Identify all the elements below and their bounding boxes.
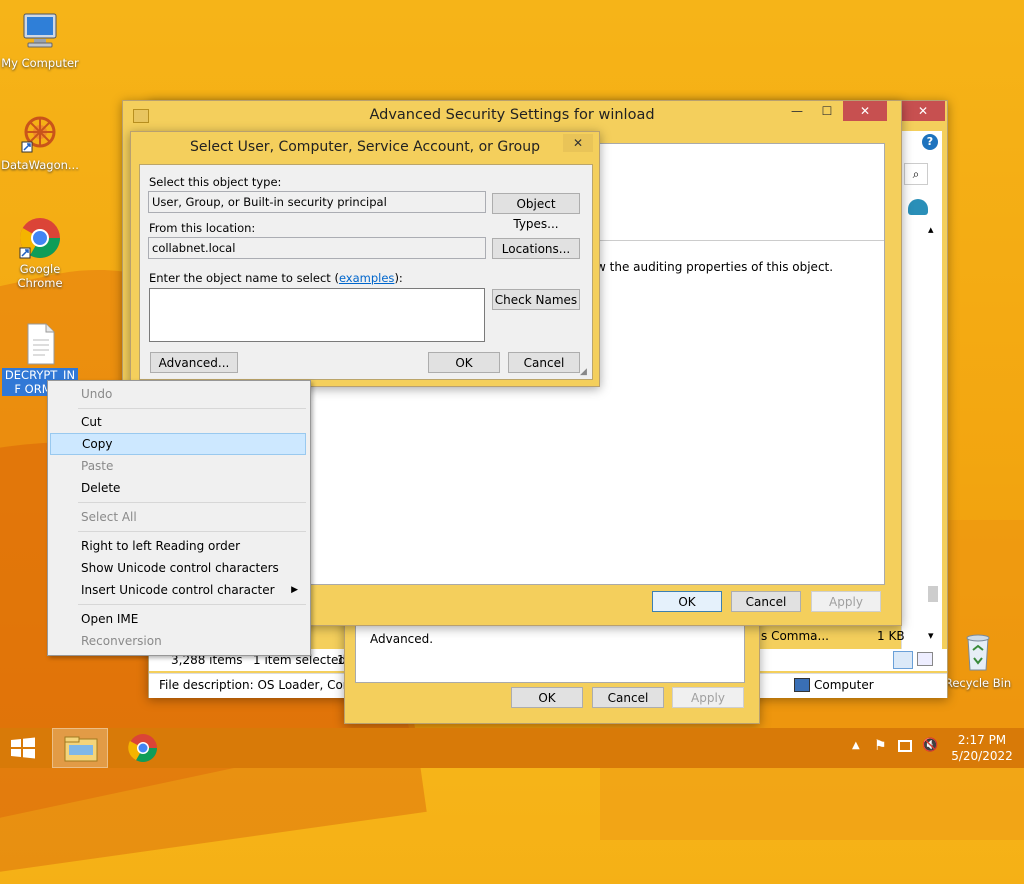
properties-ok-button[interactable]: OK <box>511 687 583 708</box>
location-field: collabnet.local <box>148 237 486 259</box>
properties-dialog: Advanced. OK Cancel Apply <box>344 612 760 724</box>
menu-item-paste[interactable]: Paste <box>50 455 306 477</box>
menu-item-show-unicode[interactable]: Show Unicode control characters <box>50 557 306 579</box>
properties-advanced-text: Advanced. <box>370 632 434 646</box>
datawagon-icon <box>18 112 62 156</box>
large-icons-view-icon[interactable] <box>917 652 933 666</box>
tray-flag-icon[interactable]: ⚑ <box>874 738 887 754</box>
advanced-cancel-button[interactable]: Cancel <box>731 591 801 612</box>
select-ok-button[interactable]: OK <box>428 352 500 373</box>
enter-name-label: Enter the object name to select (example… <box>149 271 403 285</box>
start-button[interactable] <box>8 736 38 760</box>
search-icon[interactable]: ⌕ <box>904 163 928 185</box>
tray-volume-muted-icon[interactable]: 🔇 <box>922 738 938 753</box>
properties-content-box: Advanced. <box>355 621 745 683</box>
location-computer-icon <box>794 678 810 692</box>
taskbar-file-explorer[interactable] <box>52 728 108 768</box>
windows-logo-icon <box>11 737 35 759</box>
menu-separator <box>78 408 306 409</box>
advanced-ok-button[interactable]: OK <box>652 591 722 612</box>
instruction-text: w the auditing properties of this object… <box>596 260 834 274</box>
object-types-button[interactable]: Object Types... <box>492 193 580 231</box>
desktop-icon-my-computer[interactable]: My Computer <box>0 10 80 70</box>
menu-item-select-all[interactable]: Select All <box>50 506 306 528</box>
menu-item-open-ime[interactable]: Open IME <box>50 608 306 630</box>
object-name-input[interactable] <box>149 288 485 342</box>
clock-time: 2:17 PM <box>957 733 1007 747</box>
desktop-icon-google-chrome[interactable]: Google Chrome <box>0 216 80 290</box>
scroll-down-icon[interactable]: ▾ <box>928 629 934 642</box>
chrome-icon <box>18 216 62 260</box>
submenu-arrow-icon: ▶ <box>291 585 298 595</box>
taskbar: ▲ ⚑ 🔇 2:17 PM 5/20/2022 <box>0 728 1024 768</box>
menu-item-reconversion[interactable]: Reconversion <box>50 630 306 652</box>
advanced-apply-button[interactable]: Apply <box>811 591 881 612</box>
chrome-icon <box>128 734 157 762</box>
file-explorer-icon <box>64 736 98 762</box>
properties-cancel-button[interactable]: Cancel <box>592 687 664 708</box>
location-label: From this location: <box>149 221 256 235</box>
explorer-close-button[interactable]: ✕ <box>901 101 945 121</box>
context-menu: Undo Cut Copy Paste Delete Select All Ri… <box>47 380 311 656</box>
locations-button[interactable]: Locations... <box>492 238 580 259</box>
minimize-button[interactable]: — <box>783 101 811 121</box>
clock-date: 5/20/2022 <box>951 749 1013 763</box>
menu-item-rtl-reading-order[interactable]: Right to left Reading order <box>50 535 306 557</box>
tray-network-icon[interactable] <box>898 740 912 752</box>
scroll-thumb[interactable] <box>928 586 938 602</box>
menu-item-insert-unicode[interactable]: Insert Unicode control character ▶ <box>50 579 306 601</box>
location-label: Computer <box>814 678 874 692</box>
menu-separator <box>78 604 306 605</box>
desktop-icon-datawagon[interactable]: DataWagon... <box>0 112 80 172</box>
properties-apply-button[interactable]: Apply <box>672 687 744 708</box>
details-view-icon[interactable] <box>893 651 913 669</box>
menu-separator <box>78 502 306 503</box>
desktop-icon-label: My Computer <box>1 56 79 70</box>
scroll-up-icon[interactable]: ▴ <box>928 223 934 236</box>
menu-separator <box>78 531 306 532</box>
desktop-icon-label: Google Chrome <box>17 262 63 290</box>
menu-item-cut[interactable]: Cut <box>50 411 306 433</box>
desktop-icon-label: Recycle Bin <box>944 676 1012 690</box>
menu-item-undo[interactable]: Undo <box>50 383 306 405</box>
desktop-icon-label: DataWagon... <box>1 158 79 172</box>
select-dialog-close-button[interactable]: ✕ <box>563 134 593 152</box>
desktop-icon-recycle-bin[interactable]: Recycle Bin <box>938 630 1018 690</box>
check-names-button[interactable]: Check Names <box>492 289 580 310</box>
help-icon[interactable]: ? <box>922 134 938 150</box>
object-type-field: User, Group, or Built-in security princi… <box>148 191 486 213</box>
tray-show-hidden-icon[interactable]: ▲ <box>852 740 860 751</box>
resize-grip[interactable]: ◢ <box>580 367 590 377</box>
object-type-label: Select this object type: <box>149 175 282 189</box>
examples-link[interactable]: examples <box>339 271 395 285</box>
select-cancel-button[interactable]: Cancel <box>508 352 580 373</box>
explorer-file-type: s Comma... <box>761 629 829 643</box>
clock[interactable]: 2:17 PM 5/20/2022 <box>944 732 1020 764</box>
taskbar-chrome[interactable] <box>116 728 170 768</box>
maximize-button[interactable]: ☐ <box>813 101 841 121</box>
select-dialog-body: Select this object type: User, Group, or… <box>139 164 593 380</box>
divider <box>596 240 884 241</box>
select-dialog-title: Select User, Computer, Service Account, … <box>190 139 540 155</box>
explorer-file-size: 1 KB <box>877 629 905 643</box>
menu-item-insert-unicode-label: Insert Unicode control character <box>81 583 275 597</box>
computer-icon <box>18 10 62 54</box>
select-user-dialog: Select User, Computer, Service Account, … <box>130 131 600 387</box>
file-description: File description: OS Loader, Compa <box>159 678 370 692</box>
text-document-icon <box>18 322 62 366</box>
close-button[interactable]: ✕ <box>843 101 887 121</box>
menu-item-copy[interactable]: Copy <box>50 433 306 455</box>
shell-icon <box>908 199 928 215</box>
recycle-bin-icon <box>956 630 1000 674</box>
menu-item-delete[interactable]: Delete <box>50 477 306 499</box>
explorer-right-pane: ? ⌕ ▴ ▾ <box>901 131 942 651</box>
advanced-button[interactable]: Advanced... <box>150 352 238 373</box>
